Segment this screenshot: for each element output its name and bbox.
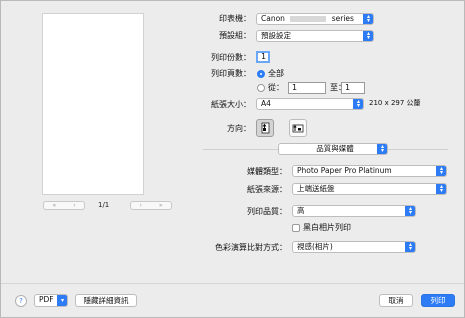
- pdf-label: PDF: [39, 295, 54, 304]
- pdf-menu-button[interactable]: PDF ▾: [34, 294, 68, 307]
- copies-label: 列印份數：: [211, 53, 251, 62]
- stepper-arrows-icon: ▴ ▾: [377, 144, 387, 154]
- pages-all-label: 全部: [268, 69, 284, 78]
- media-type-select[interactable]: Photo Paper Pro Platinum ▴ ▾: [292, 165, 447, 177]
- presets-label: 預設組：: [219, 31, 251, 40]
- pages-label: 列印頁數：: [211, 69, 251, 78]
- media-type-value: Photo Paper Pro Platinum: [297, 166, 392, 175]
- print-quality-select[interactable]: 高 ▴ ▾: [292, 205, 416, 217]
- stepper-arrows-icon: ▴ ▾: [436, 184, 446, 194]
- stepper-arrows-icon: ▴ ▾: [363, 31, 373, 41]
- stepper-arrows-icon: ▴ ▾: [405, 242, 415, 252]
- section-menu-select[interactable]: 品質與媒體 ▴ ▾: [278, 143, 388, 155]
- media-type-label: 媒體類型：: [247, 167, 287, 176]
- color-matching-value: 視感(相片): [297, 242, 333, 251]
- last-page-icon[interactable]: »: [159, 202, 163, 209]
- printer-label: 印表機：: [219, 14, 251, 23]
- color-matching-label: 色彩演算比對方式：: [215, 243, 287, 252]
- prev-page-icon[interactable]: ‹: [73, 202, 75, 209]
- paper-source-label: 紙張來源：: [247, 185, 287, 194]
- stepper-arrows-icon: ▴ ▾: [436, 166, 446, 176]
- paper-size-value: A4: [261, 99, 271, 108]
- preview-forward-controls: › »: [130, 201, 172, 210]
- orientation-portrait-button[interactable]: [256, 119, 274, 137]
- print-quality-label: 列印品質：: [247, 207, 287, 216]
- orientation-landscape-button[interactable]: [289, 119, 307, 137]
- copies-field[interactable]: 1: [256, 51, 270, 63]
- next-page-icon[interactable]: ›: [139, 202, 141, 209]
- paper-size-select[interactable]: A4 ▴ ▾: [256, 98, 364, 110]
- chevron-down-icon: ▾: [57, 295, 67, 306]
- presets-select[interactable]: 預設設定 ▴ ▾: [256, 30, 374, 42]
- help-icon: ?: [19, 297, 23, 305]
- first-page-icon[interactable]: «: [52, 202, 56, 209]
- paper-size-label: 紙張大小：: [211, 100, 251, 109]
- printer-select[interactable]: Canon series ▴ ▾: [256, 13, 374, 25]
- preview-back-controls: « ‹: [43, 201, 85, 210]
- page-indicator: 1/1: [98, 201, 110, 209]
- paper-dimensions: 210 x 297 公釐: [369, 99, 421, 107]
- help-button[interactable]: ?: [15, 295, 27, 307]
- pages-from-field[interactable]: 1: [288, 82, 326, 94]
- orientation-label: 方向：: [227, 124, 251, 133]
- print-button[interactable]: 列印: [421, 294, 455, 307]
- stepper-arrows-icon: ▴ ▾: [353, 99, 363, 109]
- paper-source-value: 上端送紙盤: [297, 184, 335, 193]
- stepper-arrows-icon: ▴ ▾: [405, 206, 415, 216]
- hide-details-button[interactable]: 隱藏詳細資訊: [75, 294, 137, 307]
- cancel-button[interactable]: 取消: [379, 294, 413, 307]
- stepper-arrows-icon: ▴ ▾: [363, 14, 373, 24]
- color-matching-select[interactable]: 視感(相片) ▴ ▾: [292, 241, 416, 253]
- page-preview: [42, 13, 144, 195]
- print-quality-value: 高: [297, 206, 305, 215]
- printer-name: Canon: [261, 14, 285, 23]
- landscape-icon: [292, 124, 304, 133]
- grayscale-label: 黑白相片列印: [303, 223, 351, 232]
- pages-all-radio[interactable]: [257, 70, 265, 78]
- paper-source-select[interactable]: 上端送紙盤 ▴ ▾: [292, 183, 447, 195]
- print-dialog: « ‹ 1/1 › » 印表機： Canon series ▴ ▾ 預設組： 預設…: [0, 0, 465, 318]
- pages-from-label: 從：: [268, 83, 284, 92]
- pages-range-radio[interactable]: [257, 84, 265, 92]
- pages-to-field[interactable]: 1: [341, 82, 365, 94]
- printer-series: series: [331, 14, 354, 23]
- footer-separator: [1, 283, 464, 284]
- presets-value: 預設設定: [261, 31, 291, 40]
- grayscale-checkbox[interactable]: [292, 224, 300, 232]
- printer-name-redacted: [290, 16, 327, 22]
- portrait-icon: [261, 122, 270, 134]
- section-menu-value: 品質與媒體: [316, 144, 354, 153]
